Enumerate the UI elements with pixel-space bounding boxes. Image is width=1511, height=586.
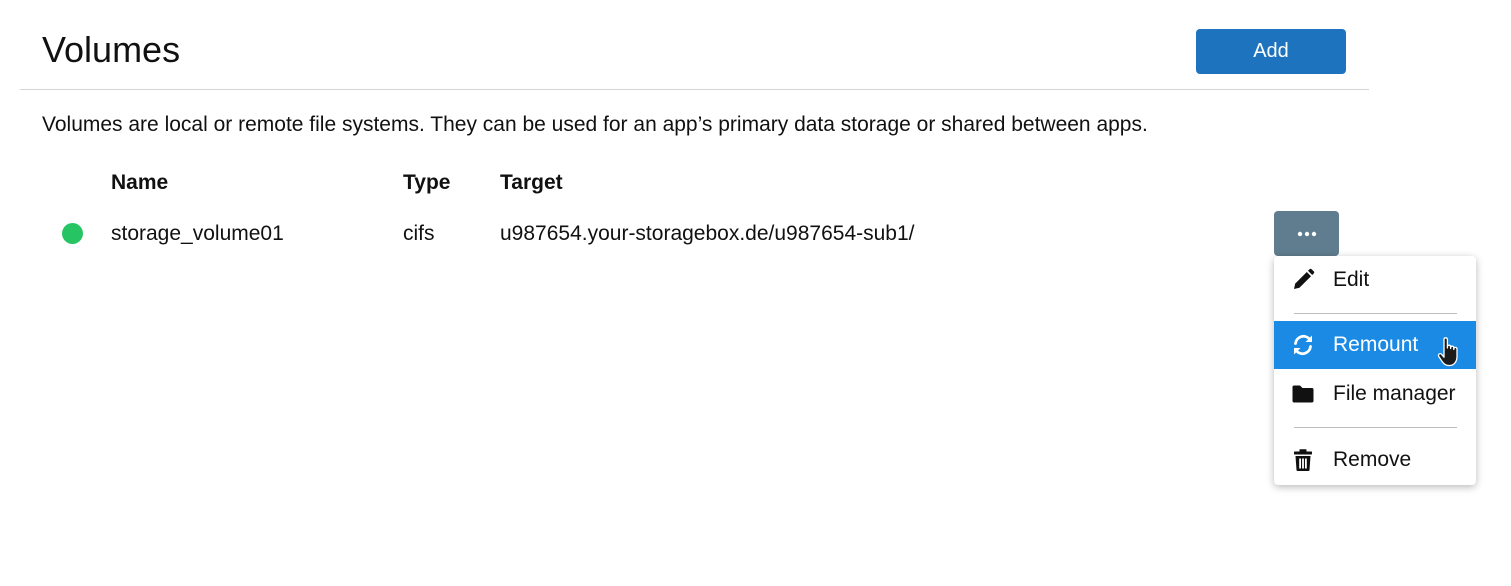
- status-indicator: [62, 223, 83, 244]
- menu-item-edit[interactable]: Edit: [1274, 256, 1476, 304]
- menu-item-remove[interactable]: Remove: [1274, 436, 1476, 484]
- volume-name: storage_volume01: [111, 222, 284, 245]
- refresh-icon: [1294, 334, 1312, 356]
- page-description: Volumes are local or remote file systems…: [42, 113, 1148, 136]
- row-actions-button[interactable]: [1274, 211, 1339, 256]
- menu-divider: [1294, 427, 1457, 428]
- volume-type: cifs: [403, 222, 435, 245]
- column-header-target: Target: [500, 171, 563, 194]
- page-header: Volumes Add: [20, 0, 1369, 90]
- volumes-page: Volumes Add Volumes are local or remote …: [0, 0, 1511, 586]
- menu-item-label: Remount: [1333, 333, 1419, 356]
- folder-icon: [1292, 385, 1314, 403]
- column-header-type: Type: [403, 171, 451, 194]
- menu-divider: [1294, 313, 1457, 314]
- menu-item-label: Remove: [1333, 448, 1412, 471]
- volume-target: u987654.your-storagebox.de/u987654-sub1/: [500, 222, 915, 245]
- column-header-name: Name: [111, 171, 169, 194]
- menu-item-label: Edit: [1333, 268, 1370, 291]
- page-title: Volumes: [42, 29, 181, 70]
- trash-icon: [1294, 449, 1312, 471]
- menu-item-file-manager[interactable]: File manager: [1274, 370, 1476, 418]
- add-volume-button[interactable]: Add: [1196, 29, 1346, 74]
- actions-dropdown-menu: Edit Remount File manager Remove: [1274, 256, 1476, 485]
- hand-cursor-icon: [1437, 337, 1458, 367]
- pencil-icon: [1294, 268, 1315, 289]
- more-horizontal-icon: [1297, 231, 1316, 236]
- menu-item-label: File manager: [1333, 382, 1456, 405]
